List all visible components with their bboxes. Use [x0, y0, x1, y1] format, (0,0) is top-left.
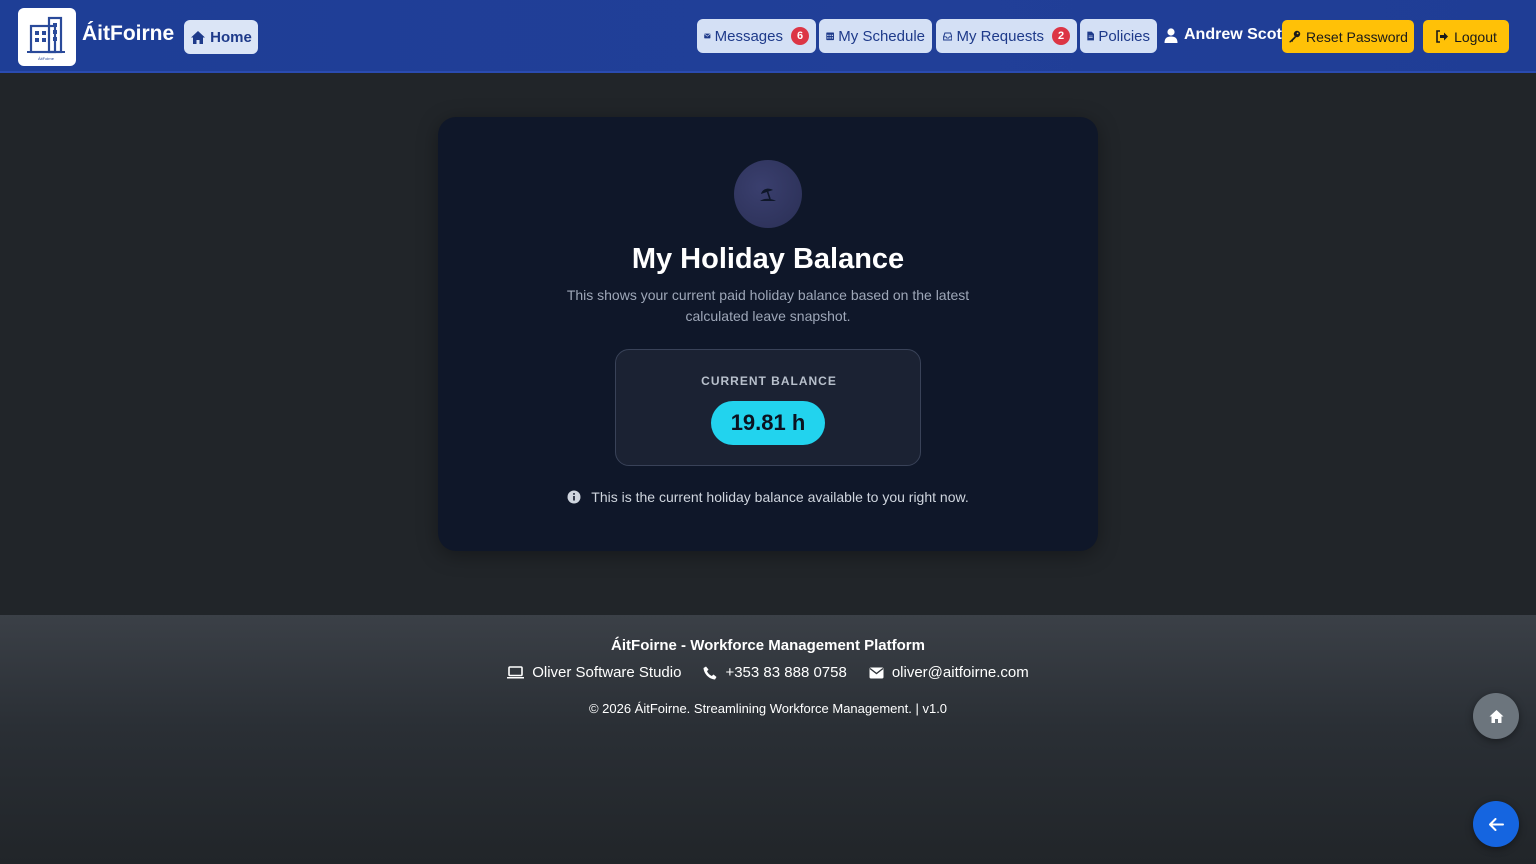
current-balance-box: CURRENT BALANCE 19.81 h	[615, 349, 921, 466]
home-button[interactable]: Home	[184, 20, 258, 54]
phone-icon	[703, 666, 717, 679]
holiday-balance-card: My Holiday Balance This shows your curre…	[438, 117, 1098, 551]
footer-contacts: Oliver Software Studio +353 83 888 0758 …	[0, 664, 1536, 681]
user-name: Andrew Scott	[1184, 26, 1288, 43]
brand-name[interactable]: ÁitFoirne	[82, 22, 174, 46]
info-circle-icon	[567, 490, 581, 504]
floating-home-button[interactable]	[1473, 693, 1519, 739]
page-description: This shows your current paid holiday bal…	[566, 287, 970, 324]
document-icon	[1087, 31, 1094, 41]
user-icon	[1164, 27, 1178, 43]
arrow-left-icon	[1488, 817, 1504, 831]
reset-password-label: Reset Password	[1306, 28, 1408, 45]
requests-count-badge: 2	[1052, 27, 1070, 45]
footer-email[interactable]: oliver@aitfoirne.com	[869, 664, 1029, 681]
current-balance-value: 19.81 h	[711, 401, 825, 445]
envelope-icon	[869, 667, 884, 678]
my-requests-button[interactable]: My Requests 2	[936, 19, 1077, 53]
umbrella-beach-icon	[760, 188, 776, 201]
laptop-icon	[507, 666, 525, 679]
floating-back-button[interactable]	[1473, 801, 1519, 847]
brand-logo[interactable]: ÁitFoirne	[18, 8, 76, 66]
page-footer: ÁitFoirne - Workforce Management Platfor…	[0, 615, 1536, 864]
my-requests-label: My Requests	[956, 27, 1044, 45]
holiday-icon-circle	[734, 160, 802, 228]
building-icon: ÁitFoirne	[27, 16, 65, 61]
footer-copyright: © 2026 ÁitFoirne. Streamlining Workforce…	[588, 701, 948, 716]
svg-text:ÁitFoirne: ÁitFoirne	[38, 56, 55, 61]
reset-password-button[interactable]: Reset Password	[1282, 20, 1414, 53]
home-button-label: Home	[210, 28, 252, 46]
my-schedule-button[interactable]: My Schedule	[819, 19, 932, 53]
logout-label: Logout	[1454, 28, 1497, 45]
inbox-icon	[943, 32, 953, 40]
messages-button[interactable]: Messages 6	[697, 19, 816, 53]
current-balance-label: CURRENT BALANCE	[701, 374, 837, 388]
top-navbar: ÁitFoirne ÁitFoirne Home Messages 6 My S…	[0, 0, 1536, 73]
key-icon	[1289, 30, 1301, 43]
user-menu[interactable]: Andrew Scott	[1164, 26, 1287, 44]
my-schedule-label: My Schedule	[838, 27, 925, 45]
home-icon	[1489, 709, 1503, 723]
footer-phone-number: +353 83 888 0758	[725, 664, 847, 681]
policies-button[interactable]: Policies	[1080, 19, 1157, 53]
footer-company-name: Oliver Software Studio	[532, 664, 682, 681]
envelope-icon	[704, 33, 711, 39]
footer-email-address: oliver@aitfoirne.com	[891, 664, 1029, 681]
calendar-icon	[826, 32, 834, 41]
home-icon	[191, 30, 206, 44]
balance-info-note: This is the current holiday balance avai…	[438, 489, 1098, 505]
footer-company: Oliver Software Studio	[507, 664, 681, 681]
policies-label: Policies	[1098, 27, 1150, 45]
logout-button[interactable]: Logout	[1423, 20, 1509, 53]
messages-label: Messages	[714, 27, 783, 45]
footer-phone[interactable]: +353 83 888 0758	[703, 664, 847, 681]
balance-info-text: This is the current holiday balance avai…	[591, 489, 969, 505]
logout-icon	[1436, 30, 1449, 43]
footer-title: ÁitFoirne - Workforce Management Platfor…	[611, 637, 925, 654]
page-title: My Holiday Balance	[631, 243, 905, 275]
messages-count-badge: 6	[791, 27, 809, 45]
